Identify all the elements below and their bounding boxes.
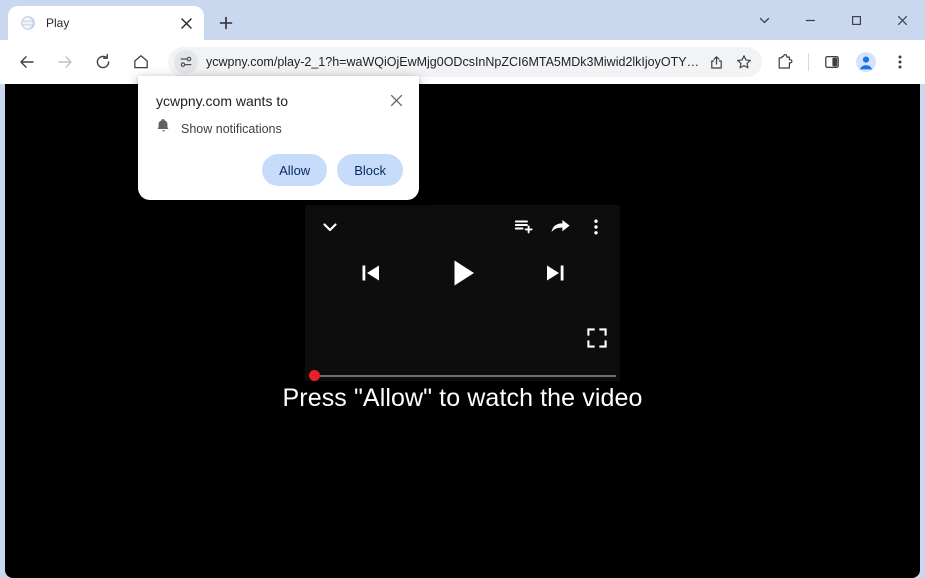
side-panel-button[interactable]	[817, 47, 847, 77]
chevron-down-icon[interactable]	[315, 212, 345, 242]
globe-favicon	[20, 15, 36, 31]
omnibox[interactable]: ycwpny.com/play-2_1?h=waWQiOjEwMjg0ODcsI…	[168, 47, 762, 77]
page-headline: Press "Allow" to watch the video	[282, 384, 643, 412]
skip-next-icon[interactable]	[535, 253, 575, 293]
tab-title: Play	[46, 16, 70, 30]
new-tab-button[interactable]	[212, 9, 240, 37]
permission-title: ycwpny.com wants to	[156, 93, 289, 109]
permission-header: ycwpny.com wants to	[138, 76, 419, 111]
share-page-icon[interactable]	[702, 48, 730, 76]
extensions-button[interactable]	[770, 47, 800, 77]
browser-window: Play ycwpny.com/play-2_1?h=waWQiOjEwMjg0…	[0, 0, 925, 578]
more-options-icon[interactable]	[582, 213, 610, 241]
permission-request-label: Show notifications	[181, 121, 282, 136]
share-icon[interactable]	[546, 213, 574, 241]
player-top-actions	[510, 213, 610, 241]
toolbar-divider	[808, 53, 809, 71]
permission-actions: Allow Block	[262, 154, 403, 186]
notification-permission-dialog[interactable]: ycwpny.com wants to Show notifications A…	[138, 76, 419, 200]
profile-button[interactable]	[851, 47, 881, 77]
close-icon[interactable]	[385, 89, 407, 111]
player-progress-bar[interactable]	[305, 365, 620, 381]
bell-icon	[156, 118, 171, 139]
chrome-menu-button[interactable]	[885, 47, 915, 77]
skip-previous-icon[interactable]	[351, 253, 391, 293]
add-to-queue-icon[interactable]	[510, 213, 538, 241]
tab-search-button[interactable]	[741, 3, 787, 37]
site-settings-icon[interactable]	[174, 50, 198, 74]
bookmark-star-icon[interactable]	[730, 48, 758, 76]
tab-strip: Play	[0, 0, 925, 40]
video-player[interactable]	[305, 205, 620, 381]
window-controls	[741, 0, 925, 40]
player-top-bar	[305, 205, 620, 249]
close-icon[interactable]	[176, 13, 196, 33]
browser-tab[interactable]: Play	[8, 6, 204, 40]
block-button[interactable]: Block	[337, 154, 403, 186]
home-button[interactable]	[125, 46, 157, 78]
fullscreen-icon[interactable]	[582, 323, 612, 353]
allow-button[interactable]: Allow	[262, 154, 328, 186]
play-icon[interactable]	[443, 253, 483, 293]
forward-button[interactable]	[49, 46, 81, 78]
player-center-controls	[305, 253, 620, 293]
close-window-button[interactable]	[879, 3, 925, 37]
reload-button[interactable]	[87, 46, 119, 78]
progress-track[interactable]	[309, 375, 616, 377]
permission-request-row: Show notifications	[138, 111, 419, 139]
back-button[interactable]	[11, 46, 43, 78]
maximize-button[interactable]	[833, 3, 879, 37]
minimize-button[interactable]	[787, 3, 833, 37]
progress-thumb[interactable]	[309, 370, 320, 381]
omnibox-url-text[interactable]: ycwpny.com/play-2_1?h=waWQiOjEwMjg0ODcsI…	[206, 55, 702, 69]
